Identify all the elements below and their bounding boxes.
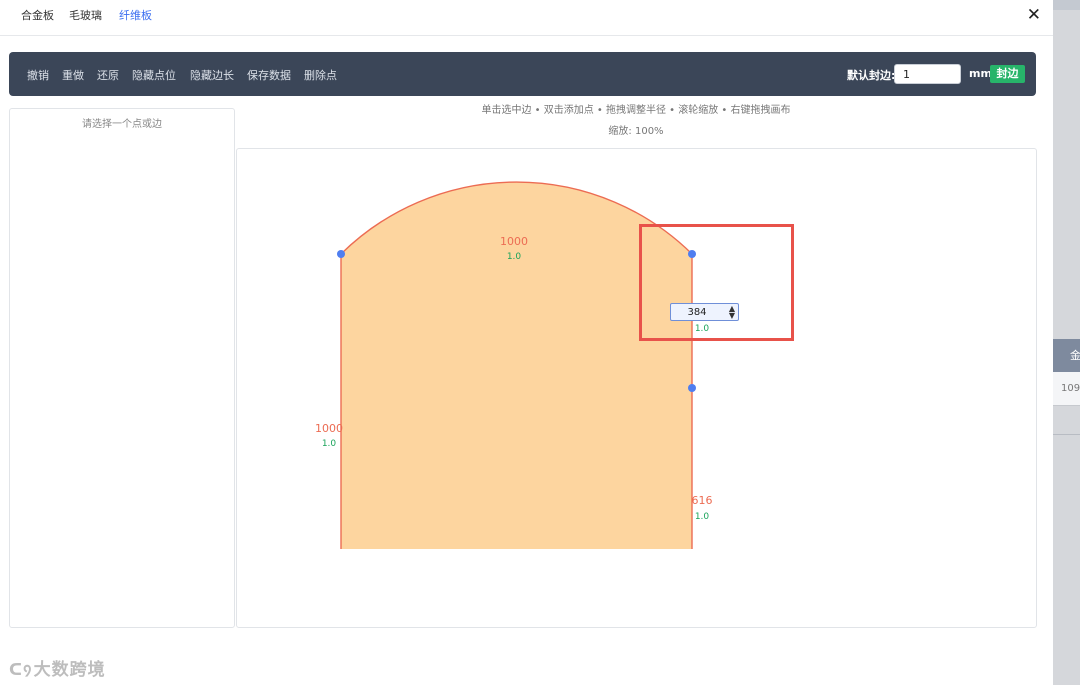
- background-table-cell: 109: [1053, 372, 1080, 406]
- right-edge-seal: 1.0: [695, 512, 710, 522]
- editor-toolbar: 撤销 重做 还原 隐藏点位 隐藏边长 保存数据 删除点 默认封边: mm 封边: [9, 52, 1036, 96]
- hide-points-button[interactable]: 隐藏点位: [132, 67, 176, 83]
- panel-hint: 请选择一个点或边: [82, 119, 162, 130]
- seal-edge-button[interactable]: 封边: [990, 65, 1025, 83]
- watermark-text: 大数跨境: [33, 660, 106, 680]
- background-page: 金 109: [1053, 0, 1080, 685]
- default-seal-input[interactable]: [894, 64, 961, 84]
- left-edge-length: 1000: [315, 422, 343, 435]
- background-table-header: 金: [1053, 339, 1080, 372]
- vertex-point[interactable]: [688, 384, 696, 392]
- arc-edge-seal: 1.0: [507, 252, 522, 262]
- tab-frosted-glass[interactable]: 毛玻璃: [69, 7, 102, 23]
- material-tabs: 合金板 毛玻璃 纤维板 ✕: [0, 0, 1053, 36]
- undo-button[interactable]: 撤销: [27, 67, 49, 83]
- save-data-button[interactable]: 保存数据: [247, 67, 291, 83]
- right-edge-length: 616: [692, 494, 713, 507]
- shape-editor-dialog: 合金板 毛玻璃 纤维板 ✕ 撤销 重做 还原 隐藏点位 隐藏边长 保存数据 删除…: [0, 0, 1053, 685]
- close-icon[interactable]: ✕: [1027, 5, 1041, 25]
- shape-drawing: 1000 1.0 1000 1.0 616 1.0 1.0: [315, 181, 713, 549]
- restore-button[interactable]: 还原: [97, 67, 119, 83]
- tab-alloy-board[interactable]: 合金板: [21, 7, 54, 23]
- canvas-help-text: 单击选中边 • 双击添加点 • 拖拽调整半径 • 滚轮缩放 • 右键拖拽画布: [481, 105, 791, 116]
- delete-point-button[interactable]: 删除点: [304, 67, 337, 83]
- unit-label: mm: [969, 67, 992, 80]
- hide-edge-lengths-button[interactable]: 隐藏边长: [190, 67, 234, 83]
- watermark: ᑕ᠀ 大数跨境: [9, 652, 106, 680]
- background-top-bar: [1053, 0, 1080, 10]
- arc-edge-length: 1000: [500, 235, 528, 248]
- watermark-logo-icon: ᑕ᠀: [9, 660, 32, 679]
- property-panel: 请选择一个点或边: [9, 108, 235, 628]
- highlight-box: [639, 224, 794, 341]
- vertex-point[interactable]: [337, 250, 345, 258]
- zoom-level: 缩放: 100%: [608, 126, 664, 137]
- default-seal-label: 默认封边:: [847, 69, 896, 82]
- left-edge-seal: 1.0: [322, 439, 337, 449]
- background-divider: [1053, 434, 1080, 435]
- tab-fiber-board[interactable]: 纤维板: [119, 7, 152, 23]
- drawing-canvas[interactable]: 1000 1.0 1000 1.0 616 1.0 1.0 ▲▼: [236, 148, 1037, 628]
- redo-button[interactable]: 重做: [62, 67, 84, 83]
